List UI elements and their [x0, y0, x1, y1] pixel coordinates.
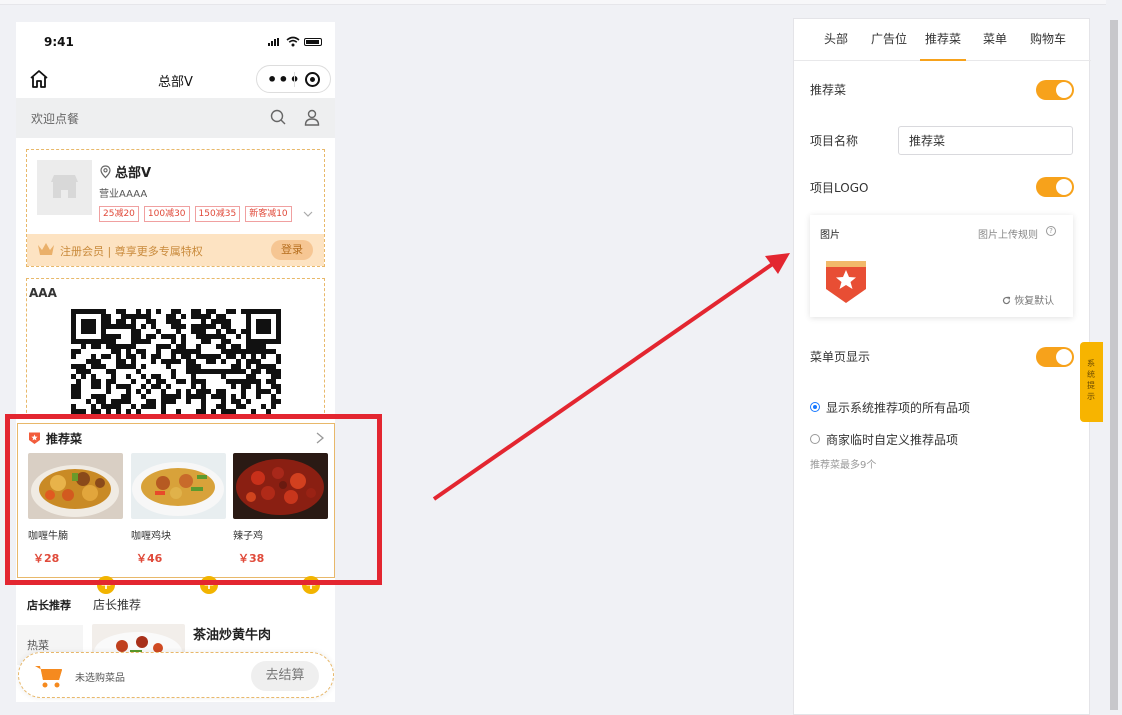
discount-tag: 150减35 [194, 206, 241, 222]
menu-show-label: 菜单页显示 [810, 350, 871, 364]
battery-icon [304, 38, 322, 46]
location-pin-icon [99, 165, 112, 183]
cart-icon[interactable] [34, 663, 64, 689]
highlight-box [5, 414, 382, 585]
radio-all-items[interactable] [810, 402, 820, 412]
discount-tag: 100减30 [143, 206, 190, 222]
shop-recommend-title: 店长推荐 [93, 598, 142, 612]
tab-menu[interactable]: 菜单 [983, 30, 1007, 47]
upload-rule-link[interactable]: 图片上传规则 [978, 226, 1038, 241]
top-strip [0, 0, 1122, 5]
cart-bar[interactable]: 未选购菜品 去结算 [18, 652, 334, 698]
store-info-card[interactable]: 总部V 营业AAAA 25减20 100减30 150减35 新客减10 注册会… [26, 149, 325, 267]
more-icon[interactable]: ••• [267, 70, 301, 89]
phone-preview: 9:41 总部V ••• 欢迎点餐 总部V 营业AAAA 25减20 100减3… [16, 22, 335, 702]
chevron-down-icon[interactable] [303, 208, 313, 218]
capsule-menu[interactable]: ••• [256, 65, 331, 93]
item-name-label: 项目名称 [810, 134, 859, 148]
refresh-icon [1002, 296, 1011, 305]
member-bar: 注册会员 | 尊享更多专属特权 登录 [27, 234, 324, 266]
welcome-bar: 欢迎点餐 [16, 98, 335, 138]
close-mini-program-icon[interactable] [305, 72, 320, 87]
store-name: 总部V [99, 162, 151, 183]
logo-toggle[interactable] [1036, 177, 1074, 197]
logo-image-box: 图片 图片上传规则 ? 恢复默认 [810, 215, 1073, 317]
status-bar: 9:41 [16, 22, 335, 62]
store-logo [37, 160, 92, 215]
welcome-text: 欢迎点餐 [31, 112, 80, 126]
cart-empty-text: 未选购菜品 [75, 673, 125, 684]
search-icon[interactable] [269, 108, 287, 126]
recommend-limit-hint: 推荐菜最多9个 [810, 460, 877, 471]
store-status: 营业AAAA [99, 189, 148, 200]
item-name-input[interactable] [898, 126, 1073, 155]
option-all-label[interactable]: 显示系统推荐项的所有品项 [826, 399, 970, 416]
discount-tag: 25减20 [99, 206, 139, 222]
discount-tags: 25减20 100减30 150减35 新客减10 [99, 206, 292, 222]
scrollbar-thumb[interactable] [1110, 20, 1118, 710]
menu-show-toggle[interactable] [1036, 347, 1074, 367]
help-icon[interactable]: ? [1046, 226, 1056, 236]
signal-icon [268, 38, 282, 46]
qr-block[interactable]: AAA [26, 278, 325, 418]
recommend-toggle[interactable] [1036, 80, 1074, 100]
tab-ad-slot[interactable]: 广告位 [871, 30, 907, 47]
member-text: 注册会员 | 尊享更多专属特权 [60, 245, 203, 258]
recommend-label: 推荐菜 [810, 83, 847, 97]
settings-panel: 头部 广告位 推荐菜 菜单 购物车 推荐菜 项目名称 项目LOGO 图片 图片上… [793, 18, 1091, 715]
checkout-button[interactable]: 去结算 [251, 661, 319, 691]
discount-tag: 新客减10 [245, 206, 292, 222]
logo-thumbnail[interactable] [824, 255, 868, 305]
shop-recommend-tab[interactable]: 店长推荐 [27, 597, 71, 613]
mini-program-navbar: 总部V ••• [16, 62, 335, 96]
tab-cart[interactable]: 购物车 [1030, 30, 1066, 47]
logo-label: 项目LOGO [810, 181, 869, 195]
product-name: 茶油炒黄牛肉 [193, 628, 272, 643]
settings-tabs: 头部 广告位 推荐菜 菜单 购物车 [794, 19, 1091, 61]
wifi-icon [286, 36, 300, 50]
image-label: 图片 [820, 230, 840, 241]
status-time: 9:41 [44, 35, 74, 49]
radio-custom-items[interactable] [810, 434, 820, 444]
restore-default-button[interactable]: 恢复默认 [1002, 292, 1054, 307]
option-custom-label[interactable]: 商家临时自定义推荐品项 [826, 431, 958, 448]
tab-recommend[interactable]: 推荐菜 [919, 30, 967, 61]
login-button[interactable]: 登录 [271, 240, 313, 260]
crown-icon [37, 242, 55, 260]
user-icon[interactable] [303, 108, 321, 126]
qr-title: AAA [29, 286, 57, 300]
tab-header[interactable]: 头部 [824, 30, 848, 47]
qr-code [71, 309, 281, 417]
system-tip-tab[interactable]: 系统提示 [1080, 342, 1103, 422]
